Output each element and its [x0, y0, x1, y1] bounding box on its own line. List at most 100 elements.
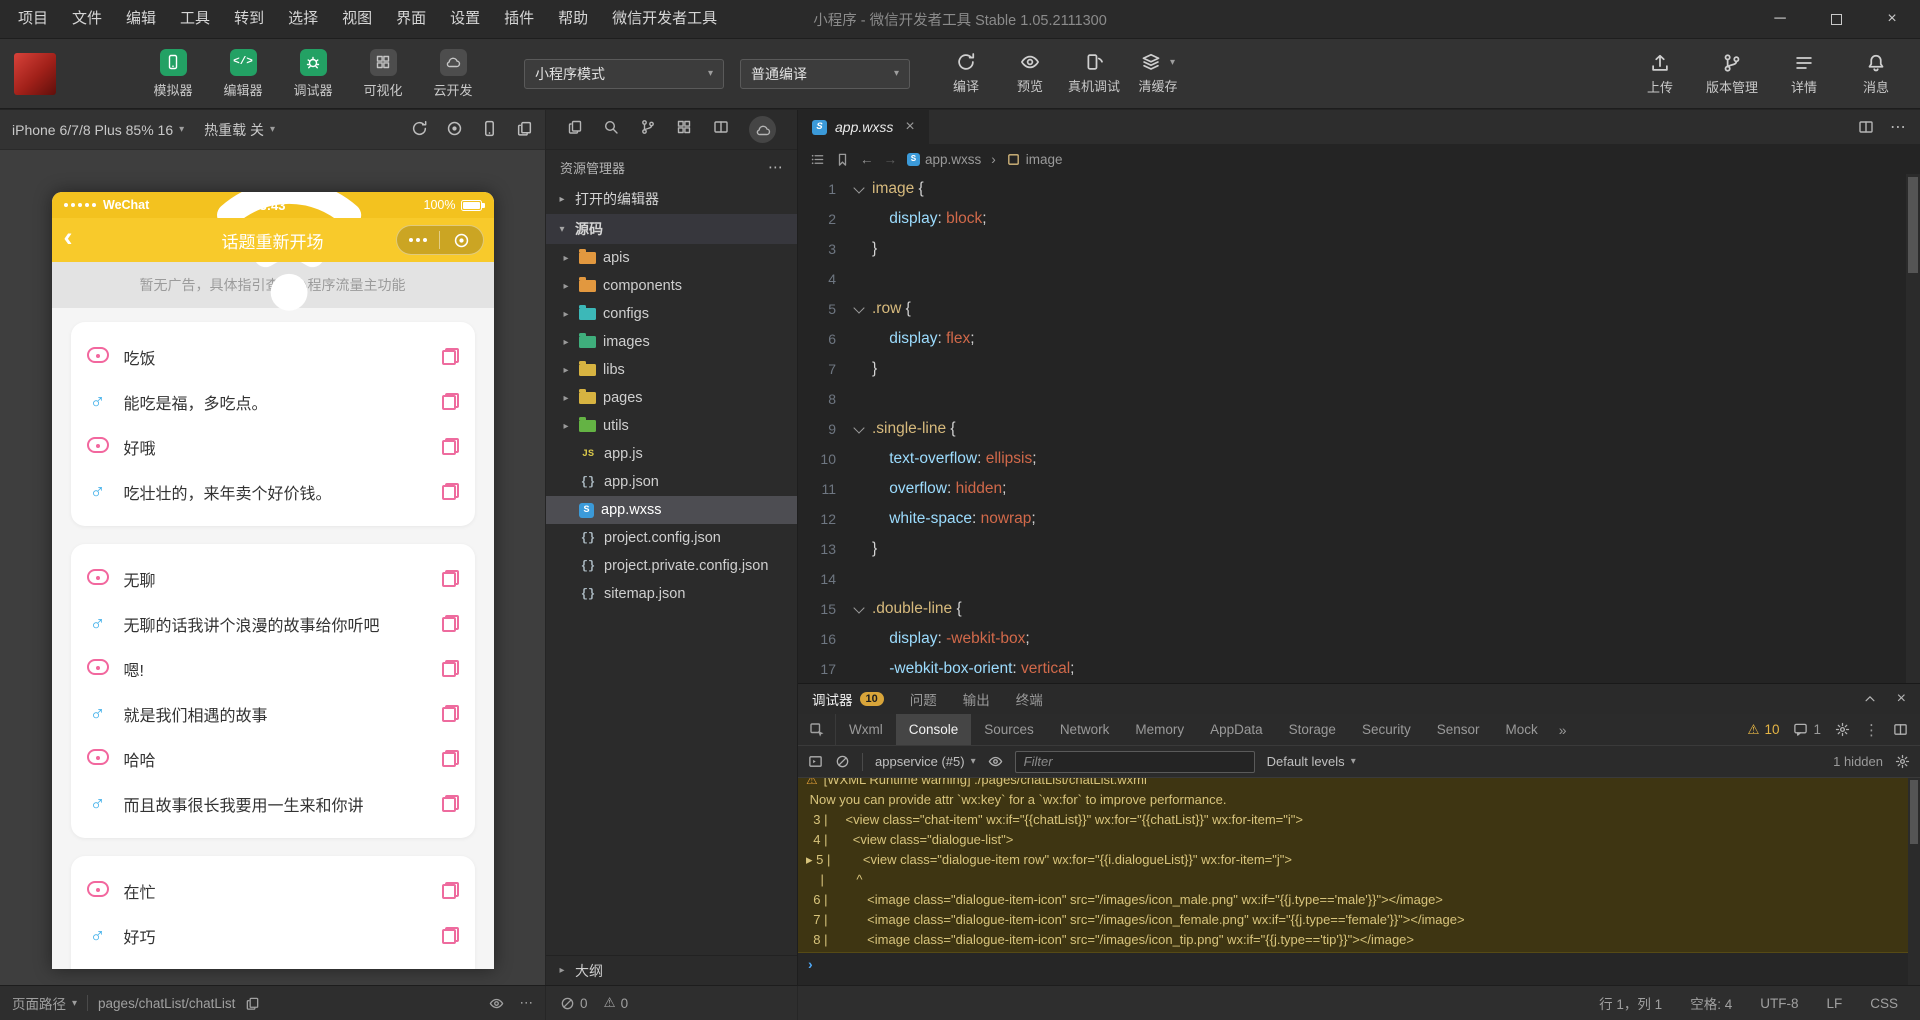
- back-arrow-icon[interactable]: ←: [860, 152, 874, 167]
- copy-icon[interactable]: [441, 570, 459, 587]
- console-scrollbar[interactable]: [1908, 778, 1920, 985]
- chat-row[interactable]: ♂ 好巧: [87, 913, 459, 958]
- right-action-0[interactable]: 上传: [1632, 53, 1688, 96]
- toolbar-button-3[interactable]: 可视化: [354, 48, 412, 99]
- toolbar-button-2[interactable]: 调试器: [284, 48, 342, 99]
- copy-icon[interactable]: [441, 927, 459, 944]
- clear-console-icon[interactable]: [835, 754, 850, 769]
- files-button[interactable]: [567, 119, 583, 140]
- settings-gear-icon[interactable]: [1835, 722, 1850, 737]
- tree-item[interactable]: ▸ utils: [546, 412, 797, 440]
- indentation[interactable]: 空格: 4: [1690, 993, 1732, 1013]
- filter-input[interactable]: [1014, 750, 1255, 773]
- menu-item-10[interactable]: 帮助: [546, 0, 600, 38]
- kebab-menu-icon[interactable]: ⋮: [1864, 721, 1879, 739]
- menu-item-9[interactable]: 插件: [492, 0, 546, 38]
- split-editor-icon[interactable]: [1858, 119, 1874, 135]
- chat-row[interactable]: ♂ 就是我们相遇的故事: [87, 691, 459, 736]
- cursor-position[interactable]: 行 1，列 1: [1599, 993, 1662, 1013]
- popout-button[interactable]: [516, 120, 533, 140]
- console-warning-message[interactable]: ⚠ [WXML Runtime warning] ./pages/chatList…: [798, 778, 1920, 953]
- page-path-dropdown[interactable]: 页面路径 ▾: [12, 993, 77, 1013]
- right-action-2[interactable]: 详情: [1776, 53, 1832, 96]
- action-1[interactable]: 预览: [1002, 52, 1058, 95]
- editor-scrollbar[interactable]: [1906, 174, 1920, 683]
- dock-side-icon[interactable]: [1893, 722, 1908, 737]
- warning-counter[interactable]: ⚠ 10: [1747, 722, 1779, 738]
- copy-icon[interactable]: [441, 882, 459, 899]
- mode-dropdown[interactable]: 小程序模式 ▾: [524, 58, 724, 89]
- chat-row[interactable]: [87, 958, 459, 969]
- menu-item-4[interactable]: 转到: [222, 0, 276, 38]
- fold-icon[interactable]: [852, 594, 872, 624]
- hot-reload-dropdown[interactable]: 热重载 关 ▾: [204, 120, 275, 140]
- close-icon[interactable]: ×: [905, 118, 914, 136]
- close-button[interactable]: ×: [1864, 0, 1920, 38]
- copy-path-icon[interactable]: [245, 996, 260, 1011]
- bookmark-icon[interactable]: [835, 152, 850, 167]
- breadcrumb-file[interactable]: S app.wxss: [907, 152, 981, 167]
- close-panel-icon[interactable]: ×: [1897, 690, 1906, 708]
- tab-app-wxss[interactable]: S app.wxss ×: [798, 110, 929, 144]
- chat-row[interactable]: 好哦: [86, 424, 459, 469]
- fold-icon[interactable]: [852, 414, 872, 444]
- devtools-tab-appdata[interactable]: AppData: [1197, 714, 1276, 745]
- console-sidebar-icon[interactable]: [808, 754, 823, 769]
- devtools-tab-wxml[interactable]: Wxml: [836, 714, 896, 745]
- chat-row[interactable]: 吃饭: [86, 334, 459, 379]
- action-3[interactable]: ▾ 清缓存: [1130, 52, 1186, 95]
- tree-item[interactable]: {} project.config.json: [546, 524, 797, 552]
- menu-item-3[interactable]: 工具: [168, 0, 222, 38]
- issue-counter[interactable]: 1: [1793, 722, 1821, 737]
- code-editor[interactable]: 1 image {2 display: block; 3} 4 5 .row {6 dis…: [798, 174, 1920, 683]
- language-mode[interactable]: CSS: [1870, 996, 1898, 1011]
- tree-item[interactable]: {} sitemap.json: [546, 580, 797, 608]
- action-0[interactable]: 编译: [938, 52, 994, 95]
- menu-item-6[interactable]: 视图: [330, 0, 384, 38]
- devtools-tab-memory[interactable]: Memory: [1122, 714, 1197, 745]
- tree-item[interactable]: ▸ apis: [546, 244, 797, 272]
- inspect-element-button[interactable]: [798, 714, 836, 745]
- menu-item-5[interactable]: 选择: [276, 0, 330, 38]
- tab-overflow-icon[interactable]: »: [1551, 714, 1575, 745]
- panel-tab-2[interactable]: 输出: [963, 689, 990, 709]
- chat-row[interactable]: 无聊: [86, 556, 459, 601]
- copy-icon[interactable]: [441, 660, 459, 677]
- fold-icon[interactable]: [852, 294, 872, 324]
- device-dropdown[interactable]: iPhone 6/7/8 Plus 85% 16 ▾: [12, 122, 184, 138]
- eye-icon[interactable]: [988, 754, 1003, 769]
- scrollbar-thumb[interactable]: [1910, 780, 1918, 844]
- action-2[interactable]: 真机调试: [1066, 52, 1122, 95]
- device-button[interactable]: [481, 120, 498, 140]
- menu-item-8[interactable]: 设置: [438, 0, 492, 38]
- right-action-3[interactable]: 消息: [1848, 53, 1904, 96]
- eye-icon[interactable]: [489, 996, 504, 1011]
- panel-tab-3[interactable]: 终端: [1016, 689, 1043, 709]
- more-icon[interactable]: ⋯: [768, 158, 783, 176]
- back-icon[interactable]: ‹: [64, 222, 73, 253]
- explorer-section-1[interactable]: ▾ 源码: [546, 214, 797, 244]
- cloud-button[interactable]: [749, 116, 777, 143]
- devtools-tab-network[interactable]: Network: [1047, 714, 1123, 745]
- encoding[interactable]: UTF-8: [1760, 996, 1798, 1011]
- error-counter[interactable]: 0: [560, 996, 588, 1011]
- chat-row[interactable]: ♂ 吃壮壮的，来年卖个好价钱。: [87, 469, 459, 514]
- forward-arrow-icon[interactable]: →: [884, 152, 898, 167]
- chat-row[interactable]: ♂ 而且故事很长我要用一生来和你讲: [87, 781, 459, 826]
- panel-tab-0[interactable]: 调试器 10: [812, 689, 884, 709]
- copy-icon[interactable]: [441, 705, 459, 722]
- menu-item-11[interactable]: 微信开发者工具: [600, 0, 729, 38]
- more-icon[interactable]: ⋯: [1890, 117, 1906, 137]
- explorer-section-0[interactable]: ▸ 打开的编辑器: [546, 184, 797, 214]
- copy-icon[interactable]: [441, 750, 459, 767]
- menu-item-2[interactable]: 编辑: [114, 0, 168, 38]
- breadcrumb-symbol[interactable]: image: [1006, 152, 1063, 167]
- branch-button[interactable]: [640, 119, 656, 140]
- console-settings-icon[interactable]: [1895, 754, 1910, 769]
- tree-item[interactable]: ▸ images: [546, 328, 797, 356]
- scrollbar-thumb[interactable]: [1908, 177, 1918, 273]
- warning-counter[interactable]: ⚠ 0: [604, 995, 629, 1011]
- context-dropdown[interactable]: appservice (#5) ▾: [875, 754, 976, 769]
- toolbar-button-4[interactable]: 云开发: [424, 48, 482, 99]
- menu-item-7[interactable]: 界面: [384, 0, 438, 38]
